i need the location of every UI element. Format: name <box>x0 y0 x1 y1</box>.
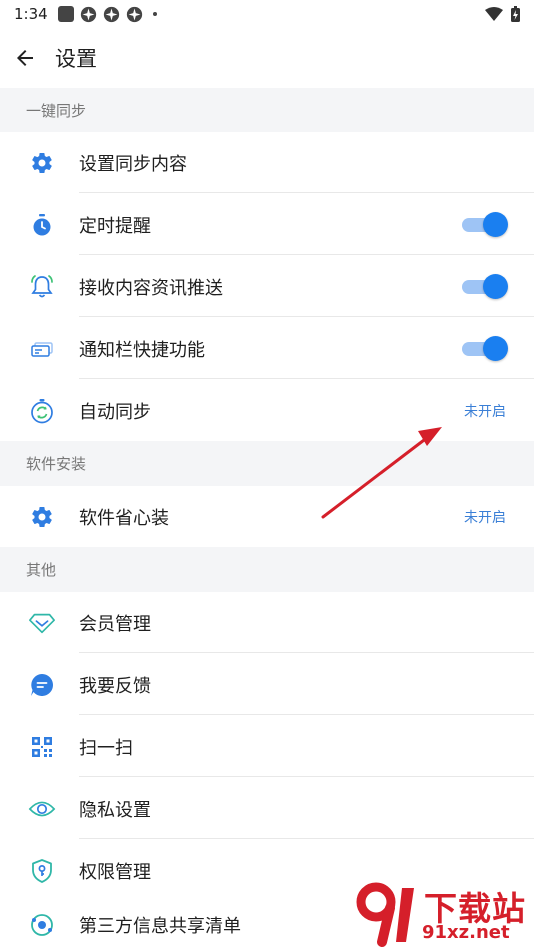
section-header-sync: 一键同步 <box>0 88 534 132</box>
settings-item-easy-install[interactable]: 软件省心装 未开启 <box>0 486 534 547</box>
more-notifications-dot <box>152 12 157 16</box>
chat-bubble-icon <box>28 671 56 699</box>
status-time: 1:34 <box>14 5 48 23</box>
settings-item-label: 自动同步 <box>79 401 151 423</box>
settings-item-label: 设置同步内容 <box>79 153 187 175</box>
toggle-thumb <box>483 211 508 237</box>
easy-install-status: 未开启 <box>464 509 506 526</box>
diamond-icon <box>28 609 56 637</box>
timed-reminder-toggle[interactable] <box>462 211 508 238</box>
settings-item-notification-shortcuts[interactable]: 通知栏快捷功能 <box>0 318 534 379</box>
row-divider <box>79 776 534 777</box>
settings-item-auto-sync[interactable]: 自动同步 未开启 <box>0 380 534 441</box>
share-list-icon <box>28 911 56 939</box>
row-divider <box>79 254 534 255</box>
row-divider <box>79 378 534 379</box>
pinwheel-icon <box>126 6 142 22</box>
sync-icon <box>28 397 56 425</box>
auto-sync-status: 未开启 <box>464 403 506 420</box>
back-button[interactable] <box>0 28 50 88</box>
row-divider <box>79 192 534 193</box>
stopwatch-icon <box>28 211 56 239</box>
settings-item-label: 我要反馈 <box>79 675 151 697</box>
page-title: 设置 <box>55 47 97 71</box>
push-notifications-toggle[interactable] <box>462 273 508 300</box>
settings-item-label: 定时提醒 <box>79 215 151 237</box>
notification-card-icon <box>28 335 56 363</box>
settings-item-label: 隐私设置 <box>79 799 151 821</box>
pinwheel-icon <box>103 6 119 22</box>
settings-item-membership[interactable]: 会员管理 <box>0 592 534 653</box>
shield-key-icon <box>28 857 56 885</box>
watermark-url: 91xz.net <box>422 922 510 943</box>
app-bar: 设置 <box>0 28 534 88</box>
bell-icon <box>28 273 56 301</box>
settings-item-feedback[interactable]: 我要反馈 <box>0 654 534 715</box>
settings-item-scan[interactable]: 扫一扫 <box>0 716 534 777</box>
toggle-thumb <box>483 273 508 299</box>
section-header-install: 软件安装 <box>0 441 534 486</box>
settings-item-label: 会员管理 <box>79 613 151 635</box>
toggle-thumb <box>483 335 508 361</box>
settings-item-label: 软件省心装 <box>79 507 169 529</box>
site-watermark: 下载站 91xz.net <box>352 878 534 950</box>
settings-item-label: 通知栏快捷功能 <box>79 339 205 361</box>
wifi-icon <box>485 7 503 21</box>
settings-item-label: 权限管理 <box>79 861 151 883</box>
settings-item-timed-reminder[interactable]: 定时提醒 <box>0 194 534 255</box>
settings-item-sync-content[interactable]: 设置同步内容 <box>0 132 534 193</box>
section-header-other: 其他 <box>0 547 534 592</box>
settings-item-label: 扫一扫 <box>79 737 133 759</box>
settings-item-label: 接收内容资讯推送 <box>79 277 223 299</box>
back-arrow-icon <box>17 50 33 66</box>
row-divider <box>79 838 534 839</box>
battery-icon <box>511 6 520 22</box>
notification-square-icon <box>57 6 74 22</box>
status-bar: 1:34 <box>0 0 534 28</box>
watermark-logo-icon <box>356 882 414 947</box>
settings-item-label: 第三方信息共享清单 <box>79 916 241 937</box>
settings-item-privacy[interactable]: 隐私设置 <box>0 778 534 839</box>
row-divider <box>79 652 534 653</box>
gear-icon <box>28 149 56 177</box>
qr-code-icon <box>28 733 56 761</box>
gear-icon <box>28 503 56 531</box>
pinwheel-icon <box>80 6 96 22</box>
notification-shortcuts-toggle[interactable] <box>462 335 508 362</box>
row-divider <box>79 714 534 715</box>
row-divider <box>79 316 534 317</box>
settings-item-push-notifications[interactable]: 接收内容资讯推送 <box>0 256 534 317</box>
eye-icon <box>28 795 56 823</box>
